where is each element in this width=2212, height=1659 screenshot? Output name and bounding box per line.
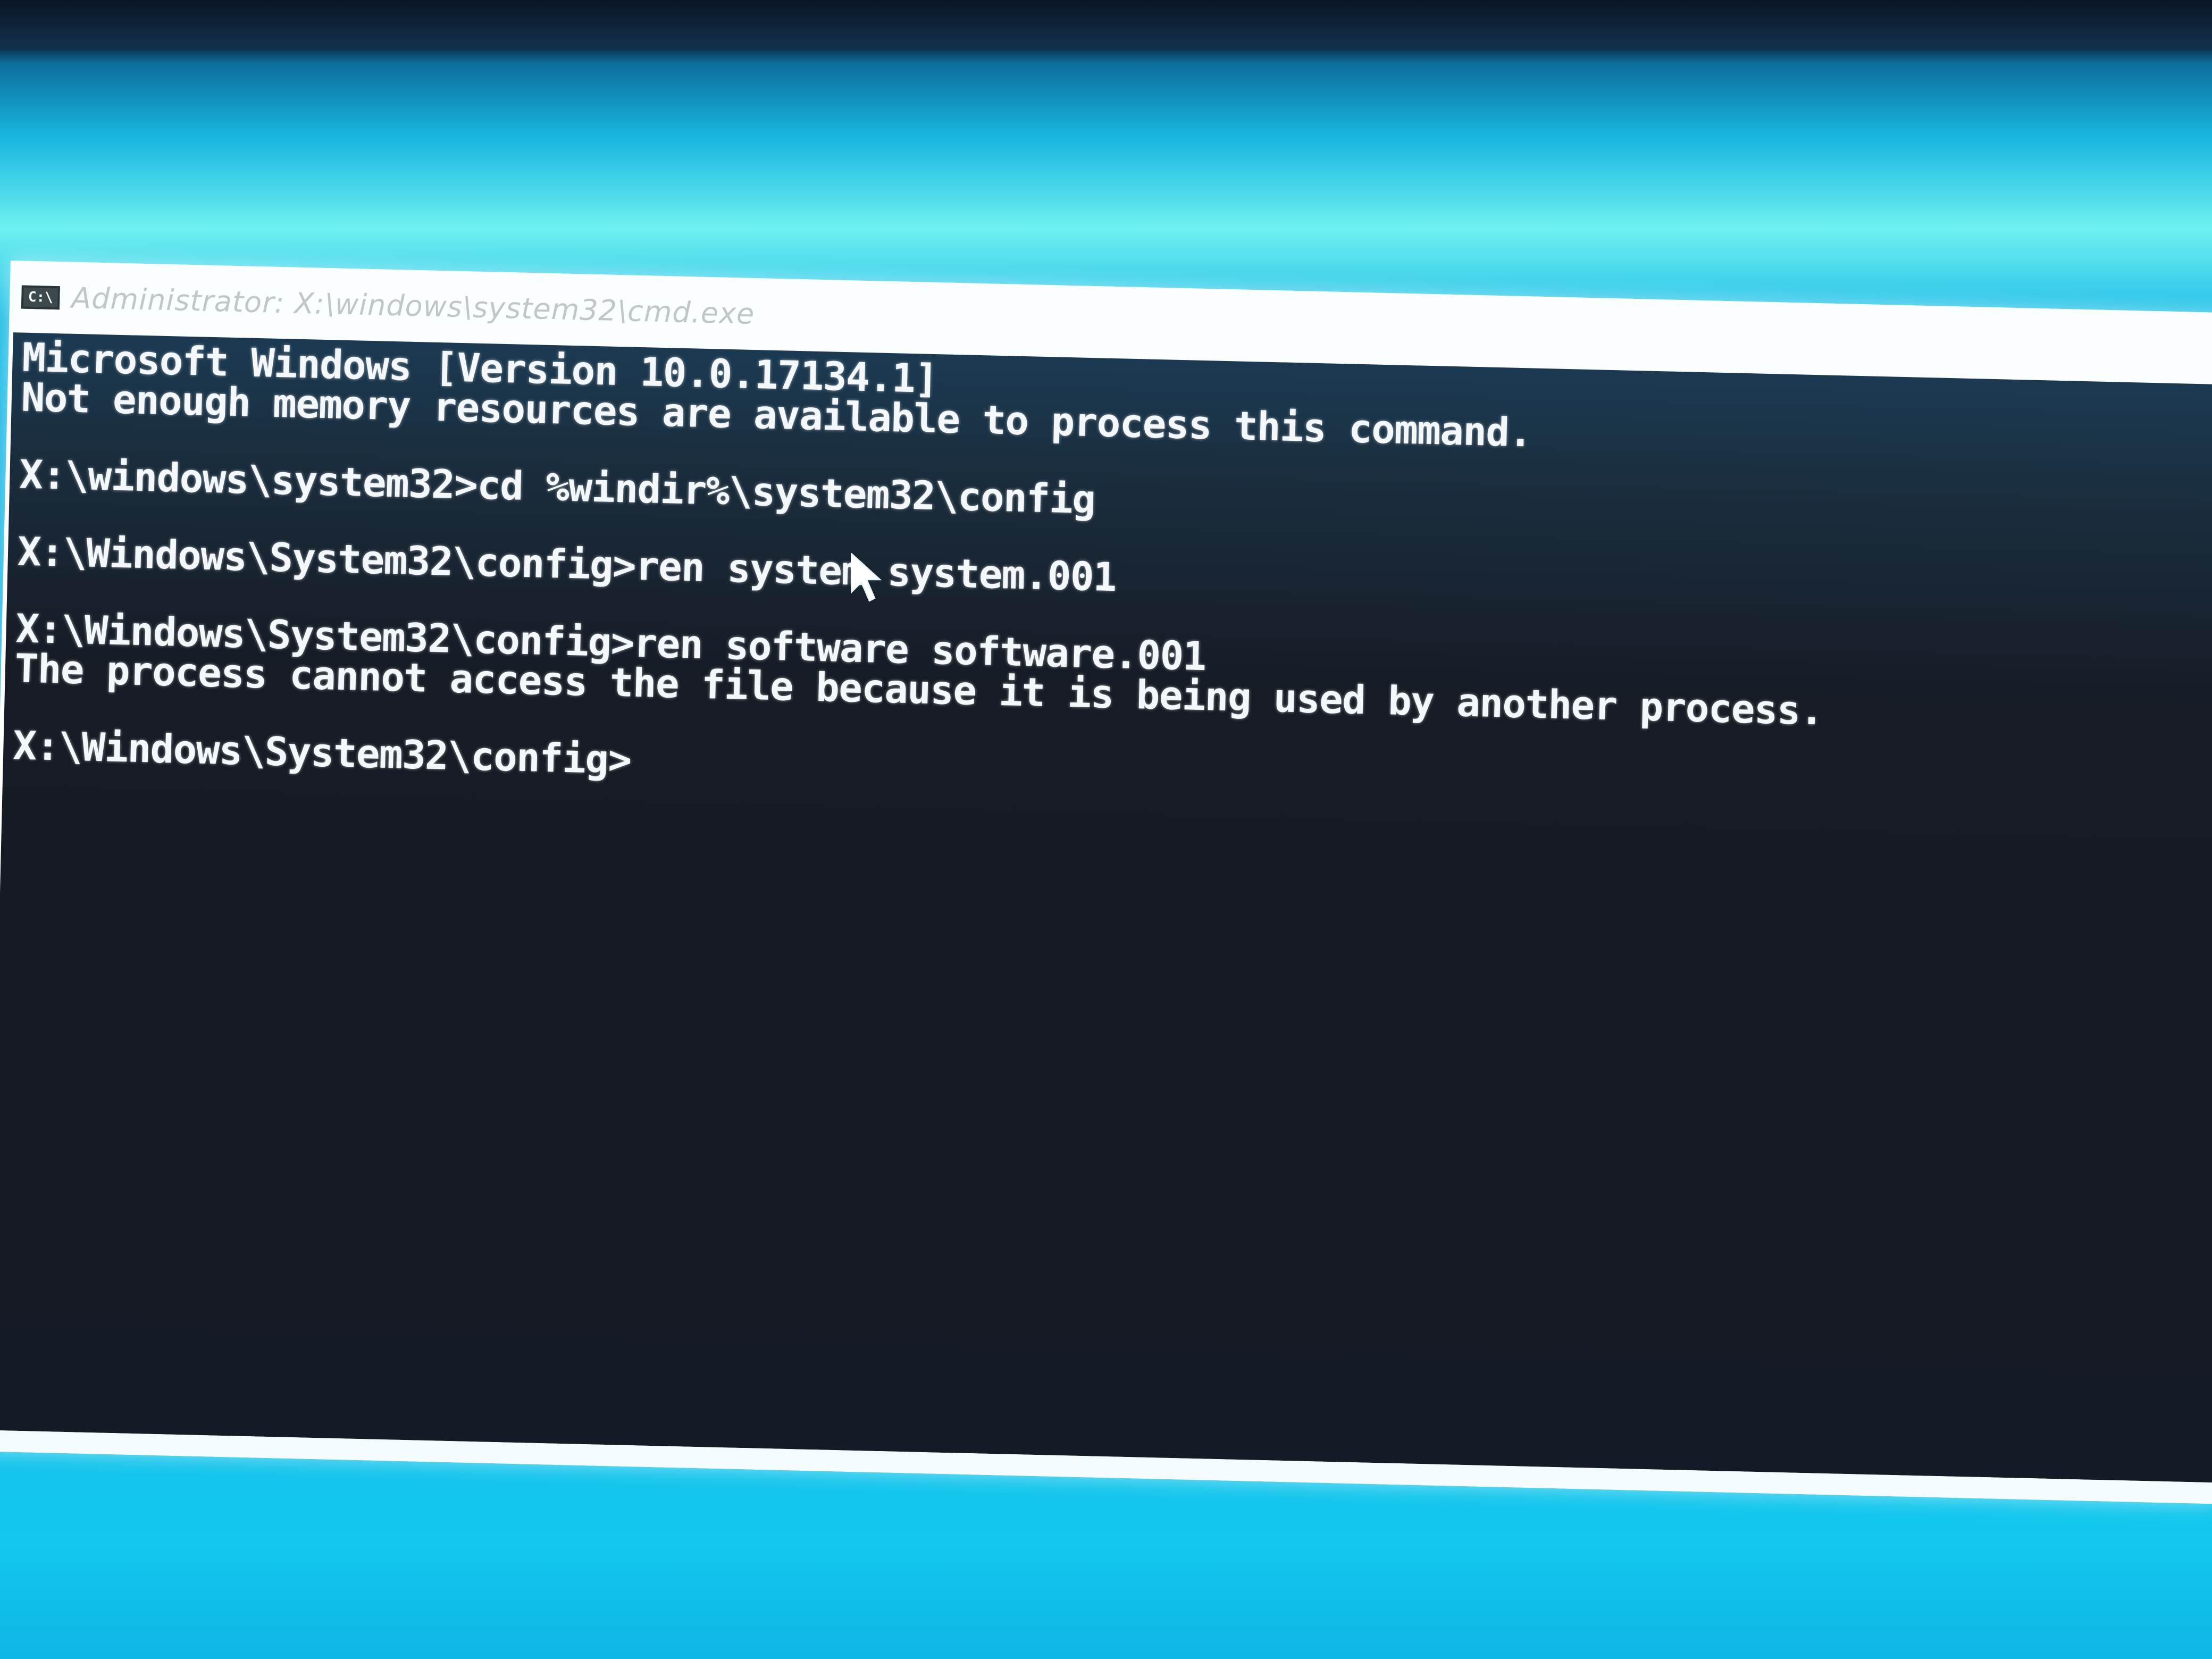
window-title: Administrator: X:\windows\system32\cmd.e… (71, 281, 756, 331)
monitor-bezel (0, 0, 2212, 51)
console-output[interactable]: Microsoft Windows [Version 10.0.17134.1]… (0, 332, 2212, 1483)
cmd-icon: C:\ (21, 285, 60, 309)
mouse-pointer-icon (851, 553, 882, 602)
command-prompt-window[interactable]: C:\ Administrator: X:\windows\system32\c… (0, 261, 2212, 1504)
screen: C:\ Administrator: X:\windows\system32\c… (0, 0, 2212, 1659)
